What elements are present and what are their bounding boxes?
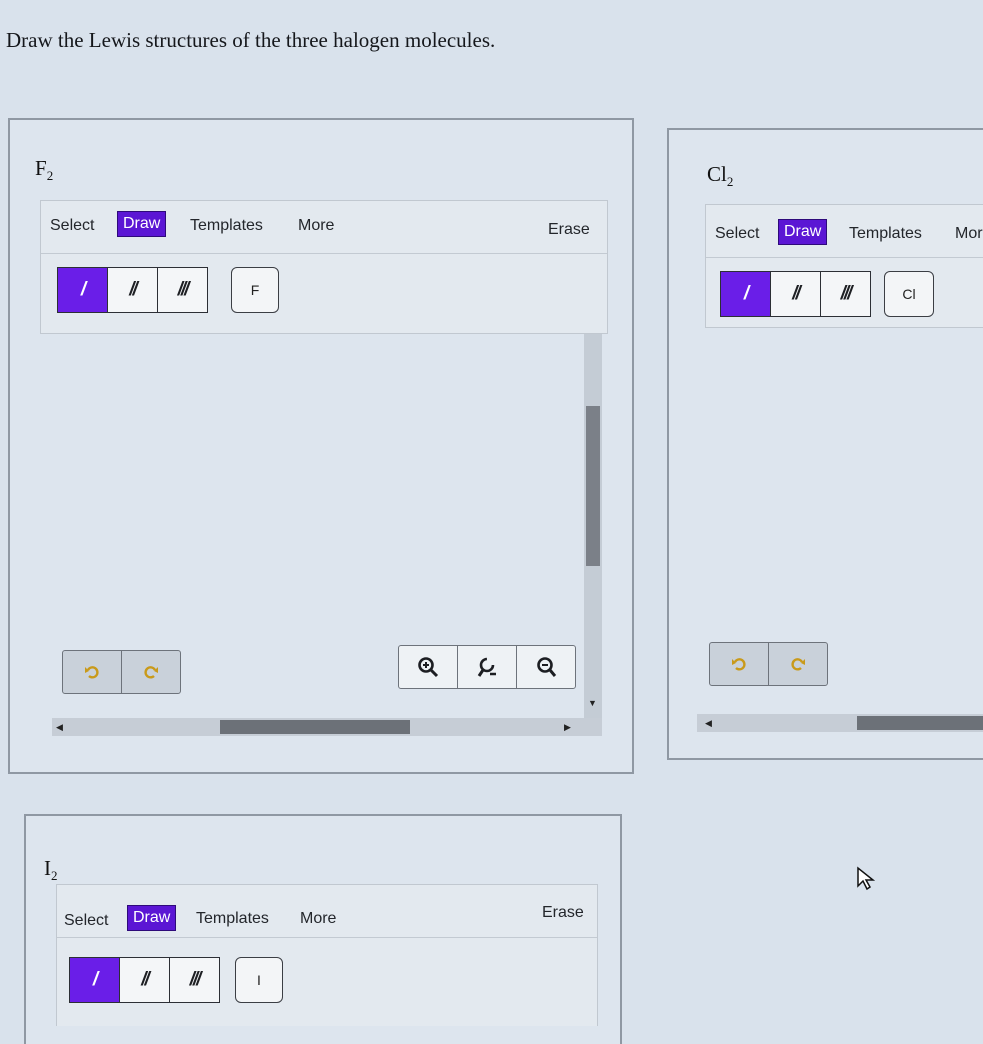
tab-draw[interactable]: Draw <box>778 219 828 245</box>
i2-toolbar: Select Draw Templates More Erase / // //… <box>56 884 598 1026</box>
undo-icon <box>85 666 99 679</box>
atom-i-button[interactable]: I <box>235 957 283 1003</box>
single-bond-button[interactable]: / <box>57 267 108 313</box>
cl2-horizontal-scrollbar[interactable]: ◀ <box>697 714 983 732</box>
pointer-cursor-icon <box>857 866 876 891</box>
double-bond-button[interactable]: // <box>107 267 158 313</box>
redo-button[interactable] <box>769 643 827 685</box>
erase-button[interactable]: Erase <box>537 901 589 925</box>
zoom-in-button[interactable] <box>399 646 458 688</box>
i2-drawing-panel: I2 Select Draw Templates More Erase / //… <box>24 814 622 1044</box>
cl2-title: Cl2 <box>707 162 734 190</box>
toolbar-divider <box>706 257 983 258</box>
tab-draw[interactable]: Draw <box>117 211 167 237</box>
f2-drawing-panel: F2 Select Draw Templates More Erase / //… <box>8 118 634 774</box>
double-bond-button[interactable]: // <box>119 957 170 1003</box>
zoom-in-icon <box>418 657 439 678</box>
tab-more[interactable]: More <box>293 214 339 238</box>
zoom-reset-button[interactable] <box>458 646 517 688</box>
f2-vertical-scrollbar[interactable]: ▼ <box>584 334 602 734</box>
zoom-out-icon <box>537 657 557 677</box>
f2-zoom-group <box>398 645 576 689</box>
double-bond-button[interactable]: // <box>770 271 821 317</box>
zoom-reset-icon <box>477 657 496 677</box>
f2-title: F2 <box>35 156 54 184</box>
question-prompt: Draw the Lewis structures of the three h… <box>6 28 496 52</box>
redo-icon <box>791 658 805 671</box>
atom-f-button[interactable]: F <box>231 267 279 313</box>
tab-templates[interactable]: Templates <box>185 214 268 238</box>
triple-bond-button[interactable]: /// <box>157 267 208 313</box>
cl2-toolbar: Select Draw Templates Mor / // /// Cl <box>705 204 983 328</box>
tab-select[interactable]: Select <box>710 222 764 246</box>
cl2-drawing-panel: Cl2 Select Draw Templates Mor / // /// C… <box>667 128 983 760</box>
tab-select[interactable]: Select <box>45 214 99 238</box>
tab-draw[interactable]: Draw <box>127 905 177 931</box>
single-bond-button[interactable]: / <box>720 271 771 317</box>
cl2-undo-redo-group <box>709 642 828 686</box>
f2-vertical-scroll-thumb[interactable] <box>586 406 600 566</box>
tab-templates[interactable]: Templates <box>844 222 927 246</box>
triple-bond-button[interactable]: /// <box>820 271 871 317</box>
undo-icon <box>732 658 746 671</box>
toolbar-divider <box>57 937 597 938</box>
scroll-left-arrow-icon[interactable]: ◀ <box>56 722 63 733</box>
tab-select[interactable]: Select <box>59 909 113 933</box>
f2-toolbar: Select Draw Templates More Erase / // //… <box>40 200 608 334</box>
redo-icon <box>144 666 158 679</box>
tab-templates[interactable]: Templates <box>191 907 274 931</box>
tab-more[interactable]: Mor <box>950 222 983 246</box>
scroll-left-arrow-icon[interactable]: ◀ <box>705 718 712 729</box>
f2-horizontal-scroll-thumb[interactable] <box>220 720 410 734</box>
triple-bond-button[interactable]: /// <box>169 957 220 1003</box>
tab-more[interactable]: More <box>295 907 341 931</box>
cl2-horizontal-scroll-thumb[interactable] <box>857 716 983 730</box>
scroll-down-arrow-icon[interactable]: ▼ <box>588 698 597 708</box>
redo-button[interactable] <box>122 651 180 693</box>
single-bond-button[interactable]: / <box>69 957 120 1003</box>
undo-button[interactable] <box>710 643 769 685</box>
i2-title: I2 <box>44 856 58 884</box>
toolbar-divider <box>41 253 607 254</box>
f2-undo-redo-group <box>62 650 181 694</box>
undo-button[interactable] <box>63 651 122 693</box>
scroll-right-arrow-icon[interactable]: ▶ <box>564 722 571 733</box>
erase-button[interactable]: Erase <box>543 218 595 242</box>
f2-horizontal-scrollbar[interactable]: ◀ ▶ <box>52 718 602 736</box>
zoom-out-button[interactable] <box>517 646 575 688</box>
atom-cl-button[interactable]: Cl <box>884 271 934 317</box>
